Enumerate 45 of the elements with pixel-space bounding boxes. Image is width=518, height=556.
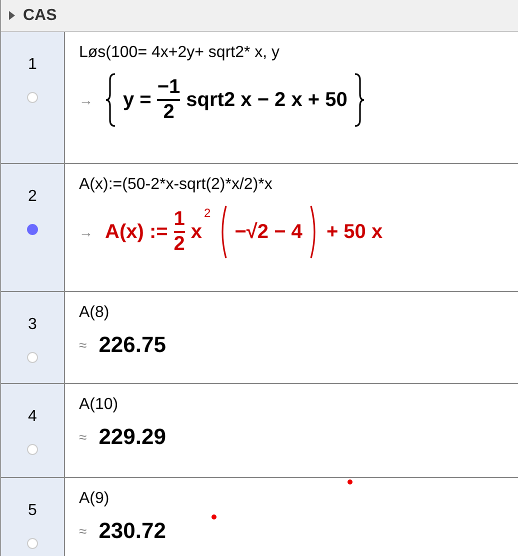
row-header[interactable]: 5 xyxy=(1,478,65,556)
math-text: A(x) := xyxy=(105,220,168,244)
dot-mark xyxy=(347,479,353,485)
visibility-toggle[interactable] xyxy=(27,92,38,103)
math-text: −√2 − 4 xyxy=(234,220,302,244)
row-number: 2 xyxy=(28,188,37,206)
left-brace-icon xyxy=(105,72,117,128)
exponent: 2 xyxy=(204,206,211,220)
denominator: 2 xyxy=(163,101,174,124)
output-symbol: ≈ xyxy=(79,523,87,539)
input-text[interactable]: Løs(100= 4x+2y+ sqrt2* x, y xyxy=(79,44,280,62)
row-header[interactable]: 3 xyxy=(1,292,65,383)
visibility-toggle[interactable] xyxy=(27,352,38,363)
input-text[interactable]: A(10) xyxy=(79,396,118,414)
math-text: sqrt2 x − 2 x + 50 xyxy=(186,88,348,112)
numerator: 1 xyxy=(174,208,185,231)
expand-triangle-icon[interactable] xyxy=(9,11,15,20)
row-number: 5 xyxy=(28,502,37,520)
input-text[interactable]: A(x):=(50-2*x-sqrt(2)*x/2)*x xyxy=(79,176,272,194)
row-header[interactable]: 1 xyxy=(1,32,65,163)
right-brace-icon xyxy=(353,72,366,128)
math-text: 229.29 xyxy=(98,424,166,450)
math-text: 226.75 xyxy=(98,332,166,358)
visibility-toggle[interactable] xyxy=(27,224,38,235)
math-text: + 50 x xyxy=(326,220,383,244)
input-text[interactable]: A(8) xyxy=(79,304,110,322)
denominator: 2 xyxy=(174,233,185,256)
dot-mark xyxy=(211,514,217,520)
output-symbol: → xyxy=(79,92,93,108)
row-number: 4 xyxy=(28,408,37,426)
input-text[interactable]: A(9) xyxy=(79,490,110,508)
visibility-toggle[interactable] xyxy=(27,538,38,549)
panel-title: CAS xyxy=(23,6,57,24)
output-symbol: ≈ xyxy=(79,337,87,353)
row-header[interactable]: 2 xyxy=(1,164,65,291)
math-text: 230.72 xyxy=(98,518,166,544)
row-number: 1 xyxy=(28,56,37,74)
math-text: y = xyxy=(123,88,152,112)
row-number: 3 xyxy=(28,316,37,334)
output-symbol: ≈ xyxy=(79,429,87,445)
math-text: x xyxy=(190,220,202,244)
row-header[interactable]: 4 xyxy=(1,384,65,477)
output-symbol: → xyxy=(79,224,93,240)
visibility-toggle[interactable] xyxy=(27,444,38,455)
numerator: −1 xyxy=(157,76,180,99)
